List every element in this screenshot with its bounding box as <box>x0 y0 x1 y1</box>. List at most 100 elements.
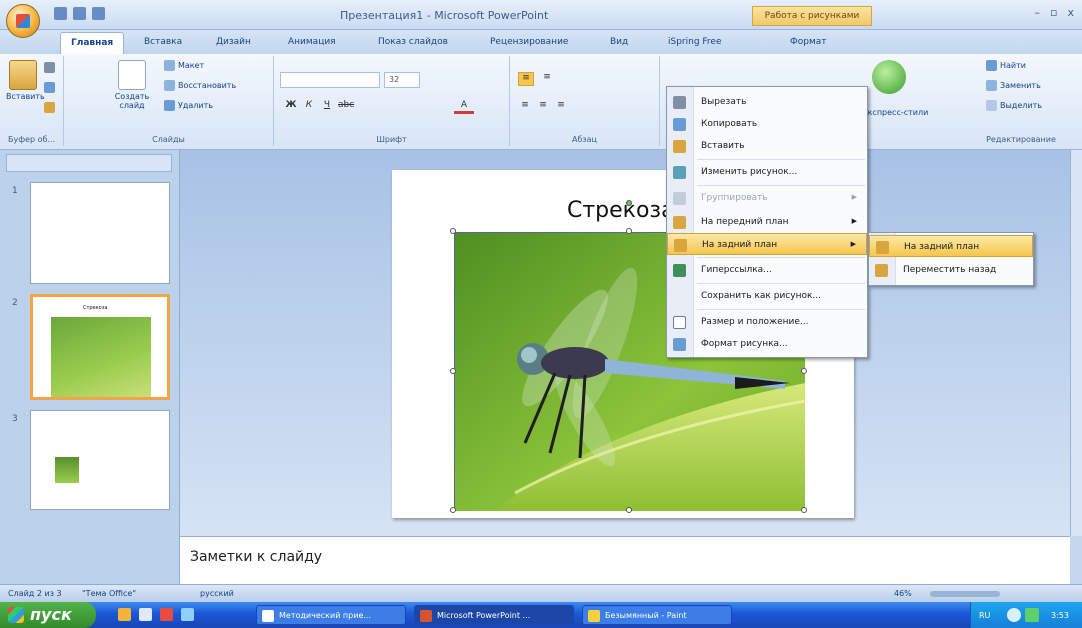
bold-button[interactable]: Ж <box>284 100 298 114</box>
menu-item-change-picture[interactable]: Изменить рисунок... <box>667 161 867 183</box>
zoom-slider[interactable] <box>930 591 1000 597</box>
strike-button[interactable]: abc <box>338 100 354 114</box>
resize-handle[interactable] <box>450 507 456 513</box>
slides-panel: 1 2 Стрекоза 3 <box>0 150 180 584</box>
menu-item-label: Вставить <box>701 141 745 151</box>
language-status: русский <box>200 589 234 598</box>
vertical-scrollbar[interactable] <box>1070 150 1082 536</box>
menu-item-copy[interactable]: Копировать <box>667 113 867 135</box>
delete-icon <box>164 100 175 111</box>
taskbar-item-paint[interactable]: Безымянный - Paint <box>582 605 732 625</box>
tab-home[interactable]: Главная <box>60 32 125 54</box>
resize-handle[interactable] <box>626 507 632 513</box>
tray-icon[interactable] <box>1025 608 1039 622</box>
notes-pane[interactable]: Заметки к слайду <box>180 536 1070 584</box>
bullets-button[interactable]: ≡ <box>518 72 534 86</box>
numbering-button[interactable]: ≡ <box>540 72 554 86</box>
tab-ispring[interactable]: iSpring Free <box>668 37 722 47</box>
tab-slideshow[interactable]: Показ слайдов <box>378 37 448 47</box>
underline-button[interactable]: Ч <box>320 100 334 114</box>
submenu-item-send-backward[interactable]: Переместить назад <box>869 259 1033 281</box>
menu-item-label: Сохранить как рисунок... <box>701 291 821 301</box>
menu-item-bring-front[interactable]: На передний план ▶ <box>667 211 867 233</box>
menu-item-paste[interactable]: Вставить <box>667 135 867 157</box>
tab-format[interactable]: Формат <box>790 37 827 47</box>
tab-review[interactable]: Рецензирование <box>490 37 568 47</box>
delete-slide-button[interactable]: Удалить <box>164 100 213 111</box>
align-right-button[interactable]: ≡ <box>554 100 568 114</box>
align-left-button[interactable]: ≡ <box>518 100 532 114</box>
picture-tools-context-tab: Работа с рисунками <box>752 6 872 26</box>
layout-button[interactable]: Макет <box>164 60 204 71</box>
slide-thumbnail-2[interactable]: Стрекоза <box>30 294 170 400</box>
taskbar-item-document[interactable]: Методический прие... <box>256 605 406 625</box>
find-button[interactable]: Найти <box>986 60 1026 71</box>
resize-handle[interactable] <box>450 368 456 374</box>
tab-view[interactable]: Вид <box>610 37 628 47</box>
replace-button[interactable]: Заменить <box>986 80 1041 91</box>
system-tray: RU 3:53 <box>970 602 1082 628</box>
menu-item-label: На передний план <box>701 217 789 227</box>
language-indicator[interactable]: RU <box>979 611 990 620</box>
quick-launch-icon[interactable] <box>181 608 194 621</box>
menu-item-hyperlink[interactable]: Гиперссылка... <box>667 259 867 281</box>
slide-thumbnail-1[interactable] <box>30 182 170 284</box>
close-button[interactable]: x <box>1067 6 1074 19</box>
ribbon-tabs: Главная Вставка Дизайн Анимация Показ сл… <box>0 30 1082 54</box>
font-name-select[interactable] <box>280 72 380 88</box>
format-painter-button[interactable] <box>44 102 55 113</box>
maximize-button[interactable]: ▫ <box>1050 6 1057 19</box>
resize-handle[interactable] <box>801 507 807 513</box>
menu-item-cut[interactable]: Вырезать <box>667 91 867 113</box>
slide-title[interactable]: Стрекоза <box>567 198 675 223</box>
office-logo-icon <box>16 14 30 28</box>
tab-insert[interactable]: Вставка <box>144 37 182 47</box>
font-size-select[interactable]: 32 <box>384 72 420 88</box>
menu-item-label: Формат рисунка... <box>701 339 788 349</box>
size-icon <box>673 316 686 329</box>
align-center-button[interactable]: ≡ <box>536 100 550 114</box>
slide-thumbnail-3[interactable] <box>30 410 170 510</box>
minimize-button[interactable]: – <box>1035 6 1041 19</box>
quick-styles-icon[interactable] <box>872 60 906 94</box>
quick-launch-icon[interactable] <box>160 608 173 621</box>
cut-button[interactable] <box>44 62 55 73</box>
tab-animation[interactable]: Анимация <box>288 37 336 47</box>
font-color-button[interactable]: A <box>454 100 474 114</box>
slide-number: 3 <box>12 414 18 424</box>
tray-icon[interactable] <box>1007 608 1021 622</box>
group-icon <box>673 192 686 205</box>
tab-design[interactable]: Дизайн <box>216 37 251 47</box>
send-to-back-icon <box>876 241 889 254</box>
start-button[interactable]: пуск <box>0 602 96 628</box>
save-icon[interactable] <box>54 7 67 20</box>
redo-icon[interactable] <box>92 7 105 20</box>
italic-button[interactable]: К <box>302 100 316 114</box>
reset-button[interactable]: Восстановить <box>164 80 236 91</box>
menu-item-save-as-picture[interactable]: Сохранить как рисунок... <box>667 285 867 307</box>
menu-item-size-position[interactable]: Размер и положение... <box>667 311 867 333</box>
submenu-item-send-to-back[interactable]: На задний план <box>869 235 1033 257</box>
quick-launch-icon[interactable] <box>118 608 131 621</box>
slide-number: 2 <box>12 298 18 308</box>
rotate-handle[interactable] <box>626 200 632 206</box>
undo-icon[interactable] <box>73 7 86 20</box>
taskbar-item-powerpoint[interactable]: Microsoft PowerPoint ... <box>414 605 574 625</box>
menu-item-format-picture[interactable]: Формат рисунка... <box>667 333 867 355</box>
quick-launch-icon[interactable] <box>139 608 152 621</box>
binoculars-icon <box>986 60 997 71</box>
select-button[interactable]: Выделить <box>986 100 1042 111</box>
menu-item-send-back[interactable]: На задний план ▶ <box>667 233 867 255</box>
quick-styles-label[interactable]: Экспресс-стили <box>862 108 928 117</box>
quick-launch <box>118 608 194 621</box>
copy-icon <box>673 118 686 131</box>
new-slide-button[interactable]: Создать слайд <box>112 60 152 110</box>
office-button[interactable] <box>6 4 40 38</box>
resize-handle[interactable] <box>450 228 456 234</box>
copy-button[interactable] <box>44 82 55 93</box>
resize-handle[interactable] <box>801 368 807 374</box>
menu-separator <box>697 309 865 310</box>
menu-separator <box>697 159 865 160</box>
resize-handle[interactable] <box>626 228 632 234</box>
paste-button[interactable]: Вставить <box>6 60 45 101</box>
